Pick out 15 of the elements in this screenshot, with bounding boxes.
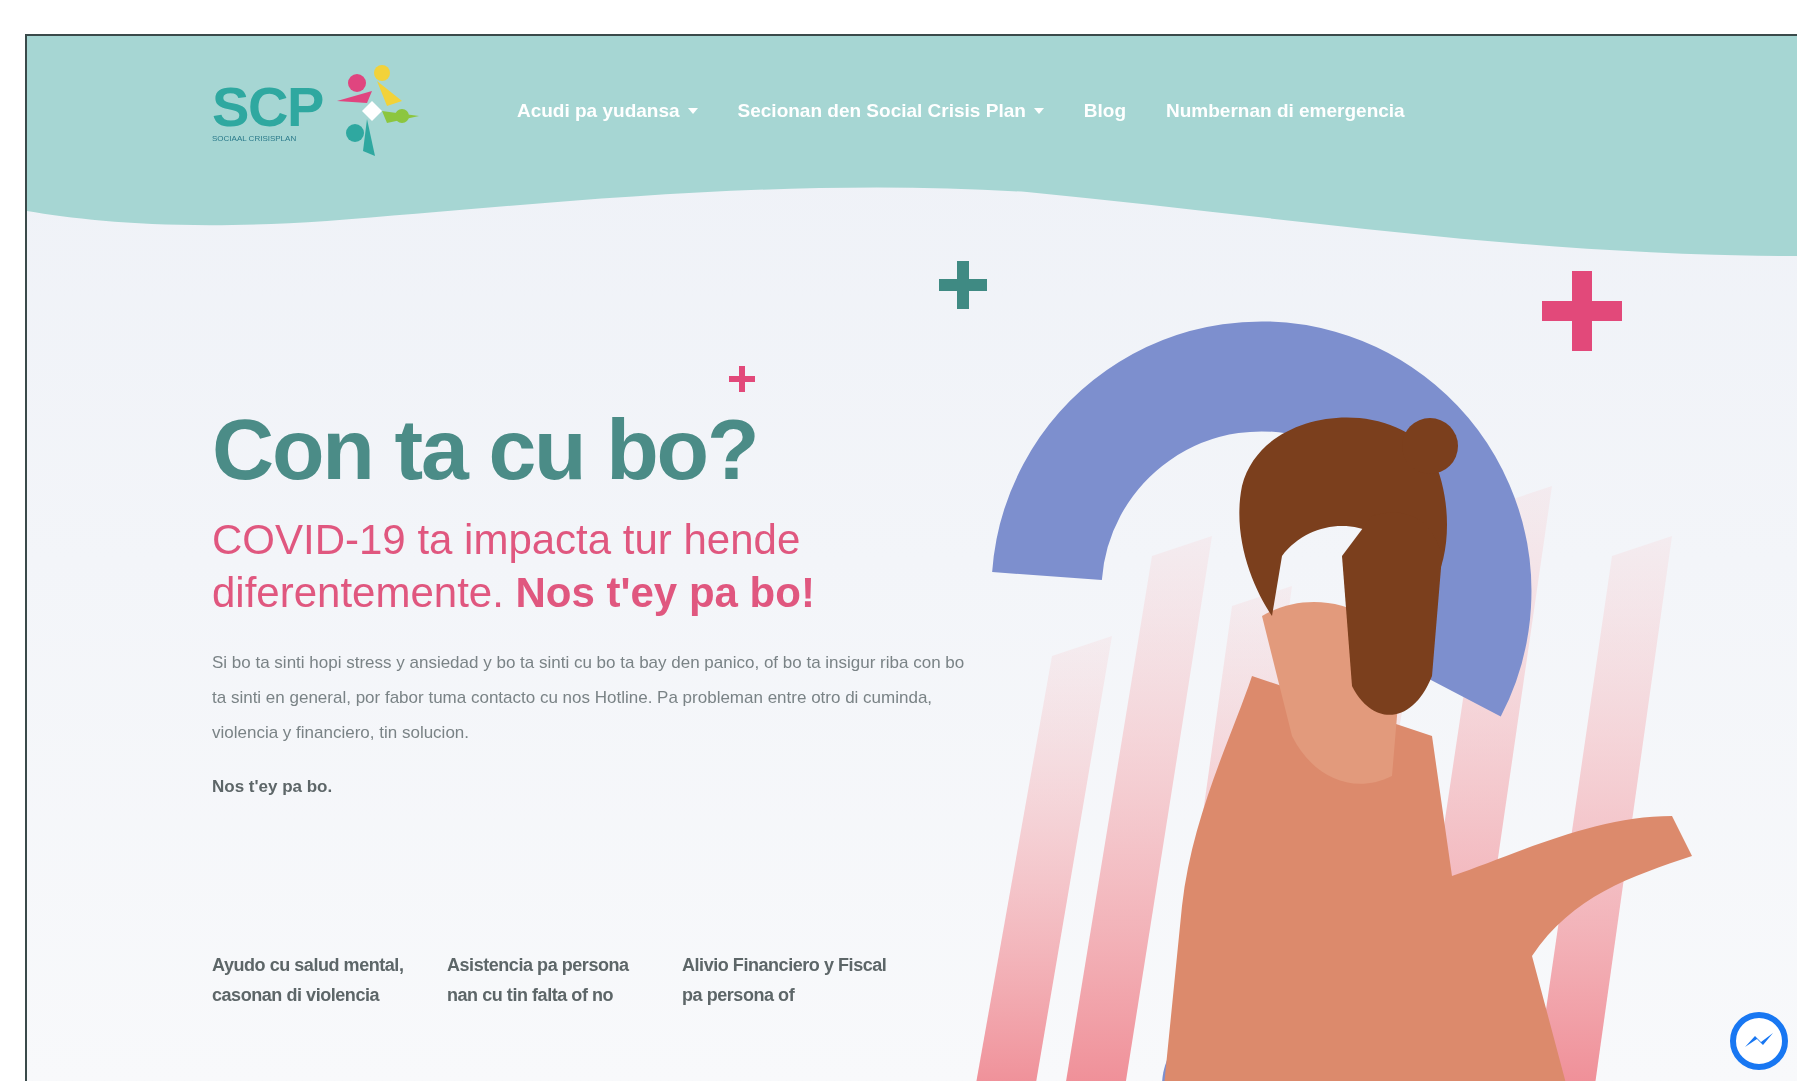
plus-icon xyxy=(729,366,756,392)
service-title: Asistencia pa persona nan cu tin falta of no xyxy=(447,953,630,1007)
service-title: Ayudo cu salud mental, casonan di violencia xyxy=(212,953,405,1007)
hero-heading: Con ta cu bo? xyxy=(212,406,758,492)
nav-link[interactable]: Numbernan di emergencia xyxy=(1166,96,1405,126)
messenger-chat-icon[interactable] xyxy=(1729,1011,1789,1071)
hero-paragraph: Si bo ta sinti hopi stress y ansiedad y bo ta sinti cu bo ta bay den panico, of bo ta insigur riba con bo ta sinti en general, por fabor tuma contacto cu nos Hotline. Pa probleman entre otro di cuminda, violencia y financiero, tin solucion. xyxy=(212,652,966,744)
hero-closing-text: Nos t'ey pa bo. xyxy=(212,776,334,798)
logo-tagline: SOCIAAL CRISISPLAN xyxy=(212,135,298,143)
nav-link[interactable]: Secionan den Social Crisis Plan xyxy=(737,96,1044,126)
nav-link[interactable]: Acudi pa yudansa xyxy=(516,96,698,126)
hero-subheading: COVID-19 ta impacta tur hende diferentemente. Nos t'ey pa bo! xyxy=(212,515,816,618)
nav-link[interactable]: Blog xyxy=(1083,96,1127,126)
logo-text[interactable]: SCP xyxy=(212,79,323,135)
service-title: Alivio Financiero y Fiscal pa persona of xyxy=(682,953,887,1007)
